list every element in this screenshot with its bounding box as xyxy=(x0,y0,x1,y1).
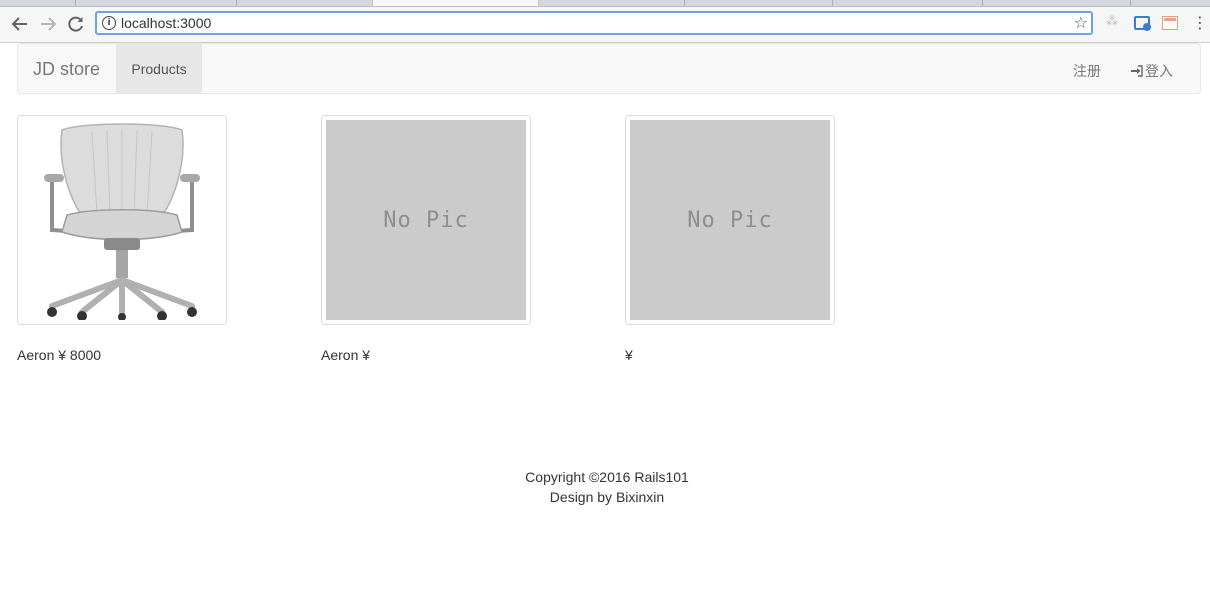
active-tab[interactable] xyxy=(372,0,539,6)
footer-design-credit: Design by Bixinxin xyxy=(549,489,665,505)
product-caption[interactable]: Aeron ¥ xyxy=(321,347,370,363)
product-thumbnail[interactable]: No Pic xyxy=(625,115,835,325)
tab-separator xyxy=(1130,0,1131,6)
tab-strip xyxy=(0,0,1210,7)
back-button[interactable] xyxy=(8,12,32,36)
browser-toolbar: i ☆ ⁂ ⋮ xyxy=(0,7,1210,43)
extension-icon[interactable]: ⁂ xyxy=(1106,14,1124,32)
extension-window-icon[interactable] xyxy=(1134,14,1152,32)
forward-button[interactable] xyxy=(36,12,60,36)
login-label: 登入 xyxy=(1145,63,1173,79)
product-caption[interactable]: ¥ xyxy=(625,347,633,363)
no-pic-label: No Pic xyxy=(383,207,469,233)
product-thumbnail[interactable]: No Pic xyxy=(321,115,531,325)
footer-copyright: Copyright ©2016 Rails101 xyxy=(525,469,689,485)
more-vert-icon[interactable]: ⋮ xyxy=(1192,14,1208,32)
extension-calendar-icon[interactable] xyxy=(1162,14,1180,32)
tab-separator xyxy=(75,0,76,6)
tab-separator xyxy=(236,0,237,6)
nav-products[interactable]: Products xyxy=(116,44,202,93)
brand-link[interactable]: JD store xyxy=(33,59,100,80)
register-link[interactable]: 注册 xyxy=(1073,61,1101,81)
reload-icon xyxy=(68,16,83,32)
tab-separator xyxy=(982,0,983,6)
chair-image xyxy=(22,120,222,320)
info-icon[interactable]: i xyxy=(102,16,116,30)
star-icon[interactable]: ☆ xyxy=(1074,13,1088,32)
no-pic-placeholder: No Pic xyxy=(326,120,526,320)
address-input[interactable] xyxy=(121,14,1061,32)
arrow-right-icon xyxy=(41,17,57,31)
nav-products-label: Products xyxy=(131,60,187,77)
site-navbar: JD store Products 注册 登入 xyxy=(17,43,1201,94)
product-caption[interactable]: Aeron ¥ 8000 xyxy=(17,347,101,363)
arrow-left-icon xyxy=(11,17,27,31)
no-pic-placeholder: No Pic xyxy=(630,120,830,320)
log-in-icon xyxy=(1131,65,1143,77)
product-thumbnail[interactable] xyxy=(17,115,227,325)
no-pic-label: No Pic xyxy=(687,207,773,233)
footer: Copyright ©2016 Rails101 Design by Bixin… xyxy=(0,467,1210,507)
address-bar[interactable]: i ☆ xyxy=(95,11,1093,35)
tab-separator xyxy=(684,0,685,6)
login-link[interactable]: 登入 xyxy=(1131,61,1173,81)
tab-separator xyxy=(832,0,833,6)
reload-button[interactable] xyxy=(64,12,88,36)
